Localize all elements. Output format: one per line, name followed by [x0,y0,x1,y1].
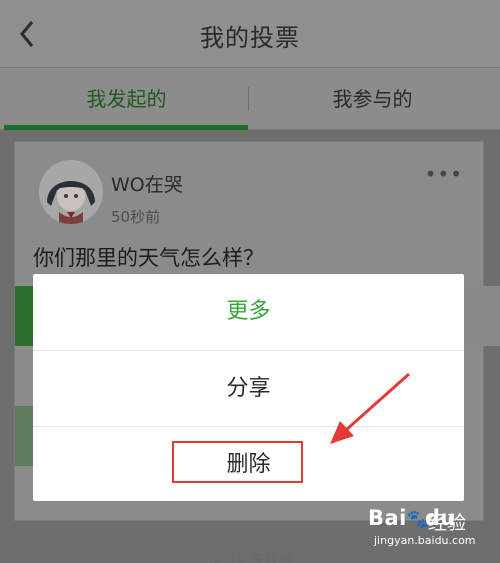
page-title: 我的投票 [200,24,300,52]
tab-divider [248,87,249,111]
avatar-image [39,160,103,224]
tab-initiated[interactable]: 我发起的 [4,68,249,130]
baidu-jingyan-watermark: Bai🐾du 经验 jingyan.baidu.com [368,506,478,556]
poll-question: 你们那里的天气怎么样？ [33,246,264,270]
jingyan-text: 经验 [428,512,467,534]
tab-participated[interactable]: 我参与的 [250,68,495,130]
post-time: 50秒前 [111,208,161,226]
active-tab-indicator [4,125,248,130]
more-button[interactable]: 更多 [33,274,464,350]
share-button[interactable]: 分享 [33,350,464,426]
top-bar: 我的投票 [0,0,500,68]
more-options-icon[interactable]: ••• [425,162,463,186]
avatar[interactable] [39,160,103,224]
jingyan-url: jingyan.baidu.com [374,534,476,547]
highlight-box [172,441,303,483]
tab-bar: 我发起的 我参与的 [0,68,500,130]
username[interactable]: WO在哭 [111,170,183,197]
